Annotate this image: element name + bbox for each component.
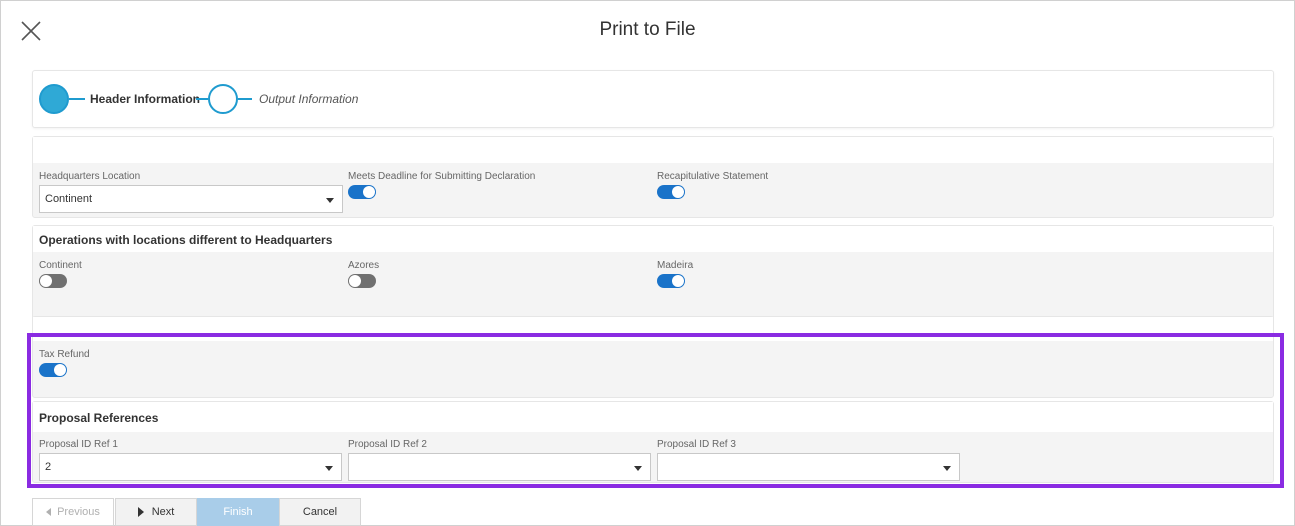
proposal-ref-3-select[interactable] [657,453,960,481]
proposal-ref-2-field: Proposal ID Ref 2 [348,439,651,481]
field-label: Tax Refund [39,349,90,360]
meets-deadline-toggle[interactable] [348,185,376,199]
chevron-down-icon [326,198,334,203]
field-label: Recapitulative Statement [657,171,769,182]
wizard-step-output-information[interactable]: Output Information [196,84,358,114]
button-label: Next [151,506,175,518]
proposal-references-section: Proposal References Proposal ID Ref 1 2 … [32,401,1274,483]
recapitulative-statement-toggle[interactable] [657,185,685,199]
chevron-down-icon [325,466,333,471]
madeira-field: Madeira [657,260,693,288]
cancel-button[interactable]: Cancel [279,498,361,526]
select-value: Continent [45,193,93,205]
step-indicator-active [39,84,69,114]
wizard-step-header-information[interactable]: Header Information [39,84,200,114]
step-label: Output Information [259,92,359,106]
proposal-ref-1-select[interactable]: 2 [39,453,342,481]
proposal-ref-1-field: Proposal ID Ref 1 2 [39,439,342,481]
wizard-steps: Header Information Output Information [32,70,1274,128]
field-label: Proposal ID Ref 3 [657,439,736,450]
continent-toggle[interactable] [39,274,67,288]
field-label: Headquarters Location [39,171,141,182]
recapitulative-statement-field: Recapitulative Statement [657,171,768,199]
field-label: Meets Deadline for Submitting Declaratio… [348,171,536,182]
field-label: Proposal ID Ref 2 [348,439,427,450]
proposal-ref-2-select[interactable] [348,453,651,481]
section-title: Operations with locations different to H… [39,233,333,247]
next-button[interactable]: Next [115,498,197,526]
select-value: 2 [45,461,52,473]
caret-left-icon [46,508,52,516]
step-indicator-inactive [208,84,238,114]
tax-refund-section: Tax Refund [32,316,1274,398]
header-section: Headquarters Location Continent Meets De… [32,136,1274,218]
section-title: Proposal References [39,411,159,425]
button-label: Finish [223,506,253,518]
field-label: Azores [348,260,380,271]
caret-right-icon [137,507,144,517]
chevron-down-icon [634,466,642,471]
field-label: Madeira [657,260,694,271]
step-label: Header Information [90,92,201,106]
dialog-title: Print to File [599,19,696,40]
azores-field: Azores [348,260,379,288]
tax-refund-toggle[interactable] [39,363,67,377]
previous-button[interactable]: Previous [32,498,114,526]
button-label: Cancel [302,506,338,518]
field-label: Continent [39,260,82,271]
button-label: Previous [57,506,100,518]
madeira-toggle[interactable] [657,274,685,288]
finish-button[interactable]: Finish [197,498,279,526]
continent-field: Continent [39,260,82,288]
chevron-down-icon [943,466,951,471]
tax-refund-field: Tax Refund [39,349,90,377]
azores-toggle[interactable] [348,274,376,288]
headquarters-location-field: Headquarters Location Continent [39,171,343,213]
meets-deadline-field: Meets Deadline for Submitting Declaratio… [348,171,535,199]
headquarters-location-select[interactable]: Continent [39,185,343,213]
field-label: Proposal ID Ref 1 [39,439,118,450]
proposal-ref-3-field: Proposal ID Ref 3 [657,439,960,481]
